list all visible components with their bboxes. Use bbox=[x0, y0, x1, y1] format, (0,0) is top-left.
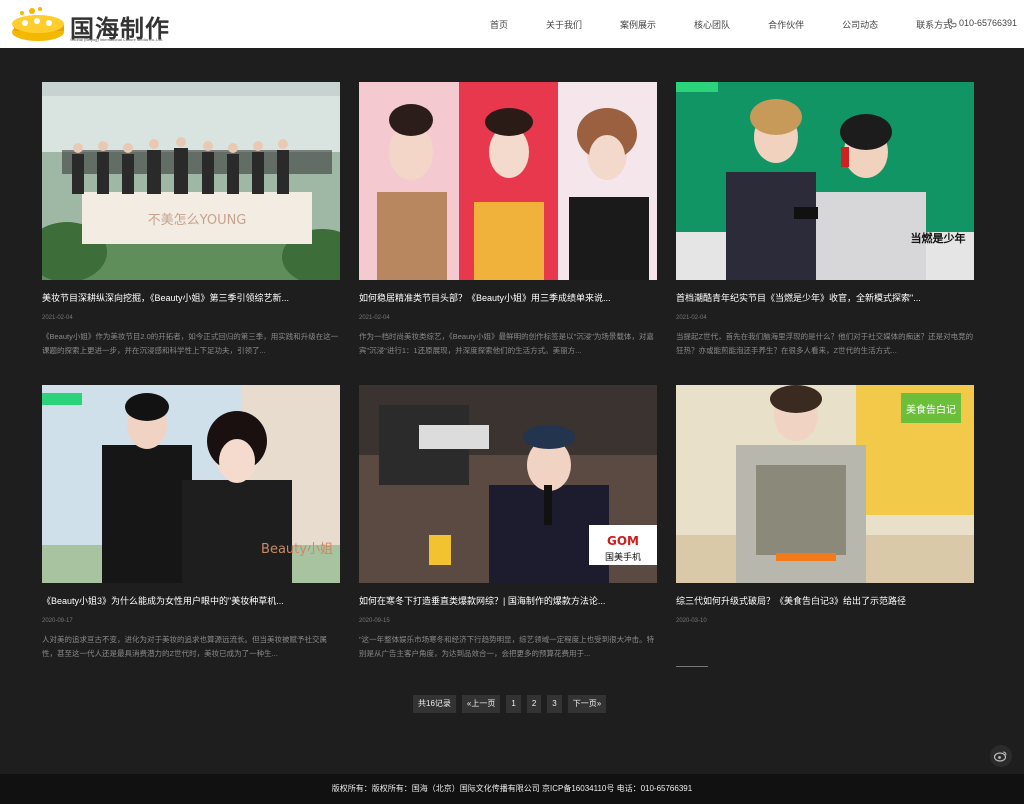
case-date: 2020-03-10 bbox=[676, 618, 707, 624]
main-nav: 首页 关于我们 案例展示 核心团队 合作伙伴 公司动态 联系方式 bbox=[490, 0, 990, 48]
case-card[interactable]: 当燃是少年 首档潮酷青年纪实节目《当燃是少年》收官，全新模式探索"... 202… bbox=[676, 82, 974, 355]
phone-number: 010-65766391 bbox=[959, 18, 1018, 28]
case-desc bbox=[676, 633, 974, 661]
case-date: 2021-02-04 bbox=[42, 315, 73, 321]
pagination-total: 共16记录 bbox=[413, 695, 456, 713]
thumb-overlay-text: 当燃是少年 bbox=[911, 231, 966, 245]
case-desc: 人对美的追求亘古不变，进化为对于美妆的追求也算源远流长。但当美妆被赋予社交属性，… bbox=[42, 635, 327, 658]
copyright-text: 版权所有：版权所有：国海（北京）国际文化传播有限公司 京ICP备16034110… bbox=[331, 784, 693, 793]
nav-about[interactable]: 关于我们 bbox=[546, 18, 582, 31]
nav-cases[interactable]: 案例展示 bbox=[620, 18, 656, 31]
pagination: 共16记录 «上一页 1 2 3 下一页» bbox=[413, 695, 612, 713]
case-thumbnail[interactable]: 当燃是少年 bbox=[676, 82, 974, 280]
divider bbox=[676, 666, 708, 667]
prev-page-button[interactable]: «上一页 bbox=[461, 695, 501, 713]
case-card[interactable]: Beauty小姐 《Beauty小姐3》为什么能成为女性用户眼中的"美妆种草机.… bbox=[42, 385, 340, 658]
site-header: 国海制作 Guohai (Beijing) International Cult… bbox=[0, 0, 1024, 48]
case-card[interactable]: GOM 国美手机 如何在寒冬下打造垂直类爆款网综？| 国海制作的爆款方法论...… bbox=[359, 385, 657, 658]
stage-photo: 不美怎么YOUNG bbox=[42, 82, 340, 280]
case-card[interactable]: 如何稳居精准类节目头部？《Beauty小姐》用三季成绩单来说... 2021-0… bbox=[359, 82, 657, 355]
case-title[interactable]: 美妆节目深耕纵深向挖掘，《Beauty小姐》第三季引领综艺新... bbox=[42, 291, 340, 304]
thumb-overlay-text: 不美怎么YOUNG bbox=[148, 213, 247, 228]
case-date: 2020-09-15 bbox=[359, 618, 390, 624]
thumb-overlay-text: Beauty小姐 bbox=[261, 542, 333, 557]
case-title[interactable]: 《Beauty小姐3》为什么能成为女性用户眼中的"美妆种草机... bbox=[42, 594, 340, 607]
nav-news[interactable]: 公司动态 bbox=[842, 18, 878, 31]
logo[interactable]: 国海制作 Guohai (Beijing) International Cult… bbox=[10, 4, 170, 44]
phone-contact[interactable]: 010-65766391 bbox=[947, 18, 1017, 28]
case-title[interactable]: 首档潮酷青年纪实节目《当燃是少年》收官，全新模式探索"... bbox=[676, 291, 974, 304]
phone-icon bbox=[947, 18, 957, 28]
case-title[interactable]: 如何稳居精准类节目头部？《Beauty小姐》用三季成绩单来说... bbox=[359, 291, 657, 304]
thumb-overlay-text: 美食告白记 bbox=[906, 403, 956, 416]
case-date: 2020-09-17 bbox=[42, 618, 73, 624]
case-card[interactable]: 美食告白记 综三代如何升级式破局？《美食告白记3》给出了示范路径 2020-03… bbox=[676, 385, 974, 624]
case-desc: 当提起Z世代，首先在我们脑海里浮现的是什么？他们对于社交媒体的痴迷？还是对电竞的… bbox=[676, 332, 974, 355]
nav-team[interactable]: 核心团队 bbox=[694, 18, 730, 31]
thumb-overlay-text: 国美手机 bbox=[605, 551, 641, 563]
site-footer: 版权所有：版权所有：国海（北京）国际文化传播有限公司 京ICP备16034110… bbox=[0, 774, 1024, 804]
page-3-button[interactable]: 3 bbox=[547, 695, 562, 713]
case-desc: 《Beauty小姐》作为美妆节目2.0的开拓者，如今正式回归的第三季，用实践和升… bbox=[42, 332, 339, 355]
interview-photo: GOM 国美手机 bbox=[359, 385, 657, 583]
case-card[interactable]: 不美怎么YOUNG 美妆节目深耕纵深向挖掘，《Beauty小姐》第三季引领综艺新… bbox=[42, 82, 340, 355]
film-reel-logo-icon bbox=[12, 7, 64, 41]
page-1-button[interactable]: 1 bbox=[506, 695, 521, 713]
case-thumbnail[interactable]: 不美怎么YOUNG bbox=[42, 82, 340, 280]
brand-subtitle: Guohai (Beijing) International Culture M… bbox=[70, 37, 163, 42]
case-date: 2021-02-04 bbox=[676, 315, 707, 321]
page-2-button[interactable]: 2 bbox=[526, 695, 542, 713]
case-date: 2021-02-04 bbox=[359, 315, 390, 321]
gaming-photo: 当燃是少年 bbox=[676, 82, 974, 280]
case-thumbnail[interactable]: 美食告白记 bbox=[676, 385, 974, 583]
nav-partners[interactable]: 合作伙伴 bbox=[768, 18, 804, 31]
case-thumbnail[interactable]: GOM 国美手机 bbox=[359, 385, 657, 583]
case-thumbnail[interactable]: Beauty小姐 bbox=[42, 385, 340, 583]
case-desc: 作为一档时尚美妆类综艺，《Beauty小姐》最鲜明的创作标签是以"沉浸"为场景载… bbox=[359, 332, 654, 355]
case-thumbnail[interactable] bbox=[359, 82, 657, 280]
case-title[interactable]: 综三代如何升级式破局？《美食告白记3》给出了示范路径 bbox=[676, 594, 974, 607]
case-title[interactable]: 如何在寒冬下打造垂直类爆款网综？| 国海制作的爆款方法论... bbox=[359, 594, 657, 607]
makeup-photo: Beauty小姐 bbox=[42, 385, 340, 583]
cooking-photo: 美食告白记 bbox=[676, 385, 974, 583]
next-page-button[interactable]: 下一页» bbox=[567, 695, 607, 713]
case-desc: "这一年整体娱乐市场寒冬和经济下行趋势明显，综艺领域一定程度上也受到很大冲击。特… bbox=[359, 635, 655, 658]
weibo-icon[interactable] bbox=[990, 745, 1012, 767]
nav-home[interactable]: 首页 bbox=[490, 18, 508, 31]
thumb-overlay-text: GOM bbox=[607, 534, 639, 548]
portrait-photo bbox=[359, 82, 657, 280]
